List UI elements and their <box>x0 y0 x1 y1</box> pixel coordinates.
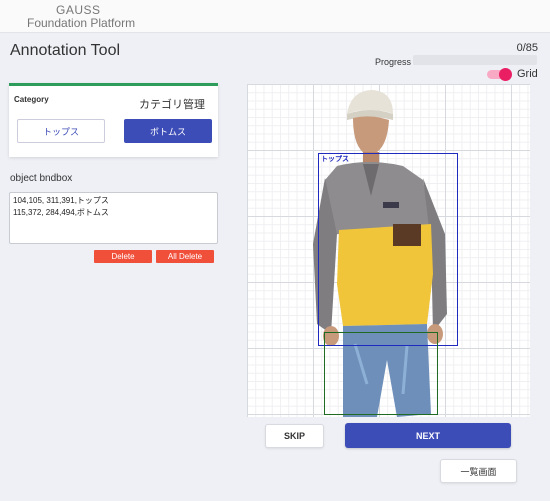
brand-name: GAUSS <box>56 3 101 17</box>
progress-label: Progress : <box>375 57 417 67</box>
progress-bar <box>413 55 537 65</box>
annotation-canvas[interactable]: トップス <box>247 84 530 417</box>
category-management-link[interactable]: カテゴリ管理 <box>139 96 205 112</box>
bndbox-line: 104,105, 311,391,トップス <box>13 196 109 205</box>
bounding-box-tops[interactable]: トップス <box>318 153 458 346</box>
category-label: Category <box>14 95 49 104</box>
bndbox-textarea[interactable]: 104,105, 311,391,トップス 115,372, 284,494,ボ… <box>9 192 218 244</box>
bndbox-title: object bndbox <box>10 173 73 184</box>
skip-button[interactable]: SKIP <box>265 424 324 448</box>
brand-subtitle: Foundation Platform <box>27 16 136 30</box>
category-panel: Category カテゴリ管理 トップス ボトムス <box>9 83 218 157</box>
bounding-box-bottoms[interactable] <box>324 332 438 415</box>
delete-button[interactable]: Delete <box>94 250 152 263</box>
bounding-box-label: トップス <box>321 156 349 163</box>
all-delete-button[interactable]: All Delete <box>156 250 214 263</box>
grid-toggle-knob <box>499 68 512 81</box>
grid-toggle[interactable] <box>487 68 512 81</box>
category-tops-button[interactable]: トップス <box>17 119 105 143</box>
progress-count: 0/85 <box>516 42 538 54</box>
bndbox-line: 115,372, 284,494,ボトムス <box>13 208 109 217</box>
next-button[interactable]: NEXT <box>345 423 511 448</box>
top-bar: GAUSS Foundation Platform <box>0 0 550 33</box>
grid-toggle-label: Grid <box>517 68 538 80</box>
category-bottoms-button[interactable]: ボトムス <box>124 119 212 143</box>
list-screen-button[interactable]: 一覧画面 <box>440 459 517 483</box>
page-title: Annotation Tool <box>10 42 121 59</box>
